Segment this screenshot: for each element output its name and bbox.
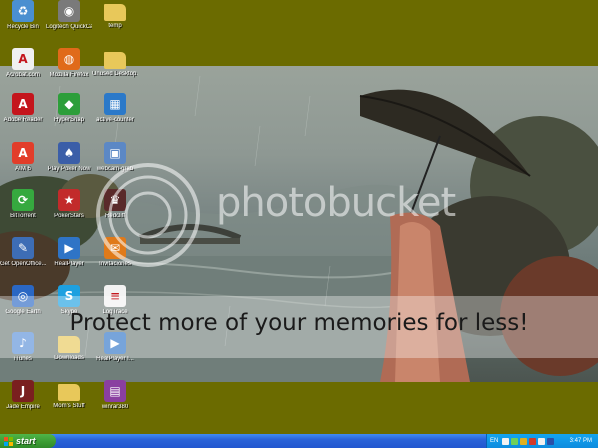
winrar-icon: ▤ [104, 380, 126, 402]
desktop-shortcut-label: AIM 6 [15, 166, 31, 172]
desktop-shortcut[interactable]: Mom's Stuff [46, 380, 92, 410]
windows-logo-icon [4, 436, 13, 446]
system-tray: EN 3:47 PM [486, 434, 598, 448]
photobucket-logo-icon [96, 163, 200, 267]
tray-app-icon[interactable] [547, 437, 555, 445]
desktop-shortcut[interactable]: ▶ RealPlayer [46, 237, 92, 268]
tray-warning-icon[interactable] [520, 437, 528, 445]
photobucket-wordmark: photobucket [216, 180, 456, 226]
desktop-shortcut[interactable]: temp [92, 0, 138, 30]
desktop-shortcut-label: PokerStars [54, 213, 84, 219]
tray-status-icon[interactable] [511, 437, 519, 445]
desktop-shortcut-label: Get OpenOffice... [0, 261, 46, 267]
hypersnap-icon: ◆ [58, 93, 80, 115]
language-indicator[interactable]: EN [490, 438, 498, 444]
desktop-shortcut-label: BitTorrent [10, 213, 36, 219]
desktop-shortcut-label: Acrobat.com [6, 72, 40, 78]
desktop-shortcut[interactable]: ▤ winrar380 [92, 380, 138, 411]
desktop-shortcut[interactable]: A Acrobat.com [0, 48, 46, 79]
start-button[interactable]: start [0, 434, 56, 448]
openoffice-icon: ✎ [12, 237, 34, 259]
realplayer-icon: ▶ [58, 237, 80, 259]
desktop-shortcut[interactable]: ⟳ BitTorrent [0, 189, 46, 220]
tray-volume-icon[interactable] [538, 437, 546, 445]
desktop-shortcut[interactable]: ◆ HyperSnap [46, 93, 92, 124]
watermark-banner-text: Protect more of your memories for less! [69, 310, 529, 336]
desktop-shortcut[interactable]: ★ PokerStars [46, 189, 92, 220]
desktop-shortcut-label: Recycle Bin [7, 24, 39, 30]
desktop-shortcut-label: HyperSnap [53, 117, 85, 123]
desktop-shortcut-label: Unused Desktop... [92, 71, 138, 77]
recycle-bin-icon: ♻ [12, 0, 34, 22]
desktop-shortcut[interactable]: A Adobe Reader [0, 93, 46, 124]
tray-network-icon[interactable] [502, 437, 510, 445]
start-label: start [16, 436, 36, 446]
desktop-shortcut-label: temp [108, 23, 122, 29]
desktop-shortcut[interactable]: ▦ active-counter [92, 93, 138, 124]
desktop-shortcut-label: Jade Empire [6, 404, 40, 410]
desktop-shortcut-label: Mom's Stuff [53, 403, 85, 409]
pokerstars-icon: ★ [58, 189, 80, 211]
desktop-shortcut-label: Adobe Reader [3, 117, 43, 123]
clock[interactable]: 3:47 PM [570, 438, 592, 444]
folder-icon [104, 4, 126, 21]
desktop-shortcut[interactable]: Unused Desktop... [92, 48, 138, 78]
aim-icon: A [12, 142, 34, 164]
desktop-shortcut[interactable]: ♠ Play Poker Now [46, 142, 92, 173]
tray-antivirus-icon[interactable] [529, 437, 537, 445]
desktop-shortcut-label: winrar380 [101, 404, 129, 410]
desktop-shortcut-label: RealPlayer [54, 261, 84, 267]
acrobat-icon: A [12, 48, 34, 70]
desktop-shortcut-label: active-counter [96, 117, 134, 123]
desktop-shortcut[interactable]: A AIM 6 [0, 142, 46, 173]
folder-icon [58, 384, 80, 401]
desktop-shortcut-label: Mozilla Firefox [49, 72, 89, 78]
adobe-reader-icon: A [12, 93, 34, 115]
desktop-shortcut[interactable]: ♻ Recycle Bin [0, 0, 46, 31]
firefox-icon: ◍ [58, 48, 80, 70]
desktop-shortcut[interactable]: ✎ Get OpenOffice... [0, 237, 46, 268]
desktop-shortcut-label: Play Poker Now [47, 166, 91, 172]
desktop-shortcut[interactable]: ◍ Mozilla Firefox [46, 48, 92, 79]
desktop-shortcut[interactable]: J Jade Empire [0, 380, 46, 411]
poker-icon: ♠ [58, 142, 80, 164]
bittorrent-icon: ⟳ [12, 189, 34, 211]
counter-icon: ▦ [104, 93, 126, 115]
desktop-shortcut[interactable]: ◉ Logitech QuickCam [46, 0, 92, 31]
webcam-icon: ◉ [58, 0, 80, 22]
folder-icon [104, 52, 126, 69]
jade-empire-icon: J [12, 380, 34, 402]
desktop-shortcut-label: Logitech QuickCam [46, 24, 92, 30]
